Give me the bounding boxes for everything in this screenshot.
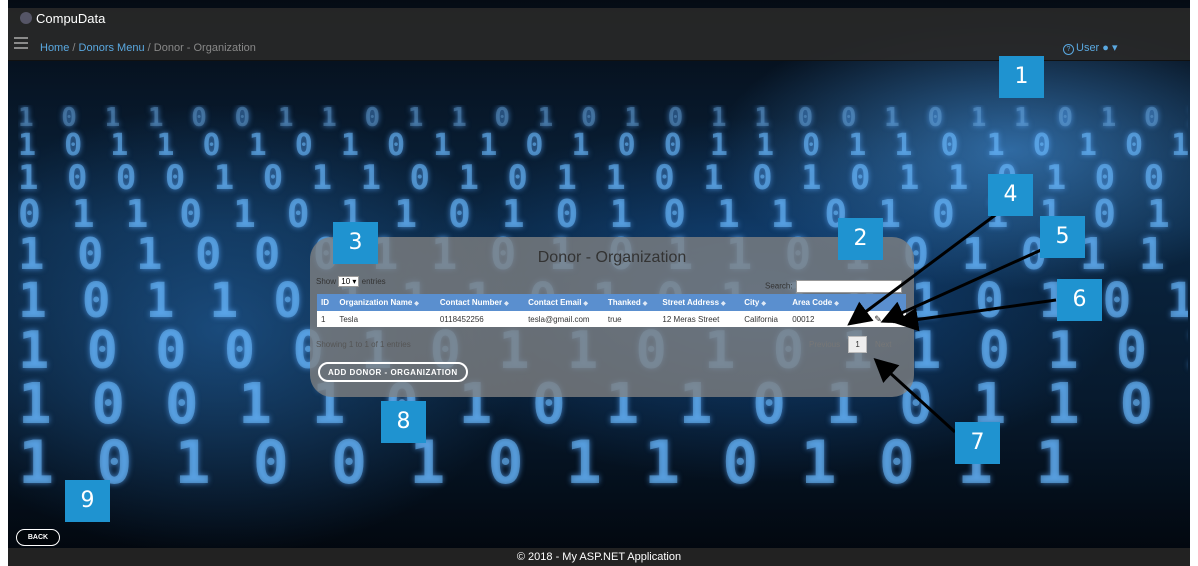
sort-icon: ◆ bbox=[583, 301, 589, 307]
breadcrumb: Home / Donors Menu / Donor - Organizatio… bbox=[40, 42, 256, 54]
show-label: Show bbox=[316, 277, 337, 286]
organizations-table: ID Organization Name ◆ Contact Number ◆ Co… bbox=[317, 294, 906, 327]
table-row: 1 Tesla 0118452256 tesla@gmail.com true … bbox=[317, 311, 906, 327]
breadcrumb-current: Donor - Organization bbox=[153, 42, 256, 54]
sort-icon: ◆ bbox=[834, 301, 839, 307]
callout-9: 9 bbox=[65, 480, 110, 522]
callout-3: 3 bbox=[333, 222, 378, 264]
cell-city: California bbox=[740, 311, 789, 327]
callout-7: 7 bbox=[955, 422, 1000, 464]
entries-per-page-select[interactable]: 10 ▾ bbox=[338, 276, 360, 287]
show-entries-control: Show 10 ▾ entries bbox=[316, 276, 386, 287]
callout-8: 8 bbox=[381, 401, 426, 443]
logo-icon bbox=[20, 12, 32, 24]
question-circle-icon: ? bbox=[1063, 44, 1074, 55]
eye-icon[interactable]: ◉ bbox=[850, 311, 870, 327]
left-border bbox=[0, 0, 8, 566]
pagination-next[interactable]: Next bbox=[869, 337, 897, 352]
entries-per-page-value: 10 bbox=[341, 277, 351, 286]
breadcrumb-home-link[interactable]: Home bbox=[40, 42, 69, 54]
app-title: CompuData bbox=[36, 11, 106, 26]
cell-area-code: 00012 bbox=[788, 311, 851, 327]
entries-label: entries bbox=[361, 277, 386, 286]
callout-6: 6 bbox=[1057, 279, 1102, 321]
column-header-id[interactable]: ID bbox=[317, 294, 336, 311]
sort-icon: ◆ bbox=[504, 301, 509, 307]
top-navbar: CompuData Home / Donors Menu / Donor - O… bbox=[8, 8, 1190, 61]
sort-icon: ◆ bbox=[721, 301, 726, 307]
trash-icon[interactable]: ▦ bbox=[886, 311, 906, 327]
back-button[interactable]: BACK bbox=[16, 529, 60, 546]
column-header-contact-email[interactable]: Contact Email ◆ bbox=[524, 294, 604, 311]
pagination-page-1[interactable]: 1 bbox=[848, 336, 867, 353]
column-header-street-address[interactable]: Street Address ◆ bbox=[658, 294, 741, 311]
column-header-area-code[interactable]: Area Code ◆ bbox=[788, 294, 851, 311]
breadcrumb-separator: / bbox=[147, 42, 151, 54]
cell-contact-email: tesla@gmail.com bbox=[524, 311, 604, 327]
table-header-row: ID Organization Name ◆ Contact Number ◆ Co… bbox=[317, 294, 906, 311]
column-header-actions bbox=[869, 294, 887, 311]
column-header-contact-number[interactable]: Contact Number ◆ bbox=[435, 294, 525, 311]
sort-icon: ◆ bbox=[414, 301, 419, 307]
caret-down-icon: ▾ bbox=[1112, 42, 1118, 54]
cell-thanked: true bbox=[603, 311, 659, 327]
callout-5: 5 bbox=[1040, 216, 1085, 258]
callout-1: 1 bbox=[999, 56, 1044, 98]
column-header-actions bbox=[886, 294, 906, 311]
donor-organization-panel: Donor - Organization Show 10 ▾ entries S… bbox=[310, 237, 914, 397]
user-icon: ● bbox=[1102, 42, 1109, 54]
sort-icon: ◆ bbox=[642, 301, 648, 307]
footer: © 2018 - My ASP.NET Application bbox=[8, 548, 1190, 566]
column-header-actions bbox=[850, 294, 870, 311]
cell-id: 1 bbox=[317, 311, 336, 327]
callout-2: 2 bbox=[838, 218, 883, 260]
pencil-icon[interactable]: ✎ bbox=[869, 311, 887, 327]
app-brand[interactable]: CompuData bbox=[20, 11, 105, 26]
add-donor-organization-button[interactable]: ADD DONOR - ORGANIZATION bbox=[318, 362, 468, 382]
column-header-thanked[interactable]: Thanked ◆ bbox=[603, 294, 659, 311]
right-border bbox=[1190, 0, 1198, 566]
search-label: Search: bbox=[765, 281, 793, 291]
panel-title: Donor - Organization bbox=[537, 249, 687, 266]
user-menu[interactable]: ? User ● ▾ bbox=[1063, 41, 1118, 55]
search-input[interactable] bbox=[795, 280, 902, 293]
column-header-organization-name[interactable]: Organization Name ◆ bbox=[335, 294, 436, 311]
breadcrumb-donors-menu-link[interactable]: Donors Menu bbox=[79, 42, 145, 54]
pagination: Previous 1 Next bbox=[803, 336, 898, 353]
breadcrumb-separator: / bbox=[72, 42, 76, 54]
cell-contact-number: 0118452256 bbox=[435, 311, 525, 327]
sort-icon: ◆ bbox=[761, 301, 766, 307]
table-info: Showing 1 to 1 of 1 entries bbox=[316, 340, 411, 349]
search-control: Search: bbox=[765, 280, 902, 293]
column-header-city[interactable]: City ◆ bbox=[740, 294, 789, 311]
user-menu-label: User bbox=[1076, 42, 1100, 54]
pagination-previous[interactable]: Previous bbox=[803, 337, 846, 352]
hamburger-menu-icon[interactable] bbox=[14, 37, 28, 52]
cell-street-address: 12 Meras Street bbox=[658, 311, 741, 327]
cell-organization-name: Tesla bbox=[335, 311, 436, 327]
callout-4: 4 bbox=[988, 174, 1033, 216]
